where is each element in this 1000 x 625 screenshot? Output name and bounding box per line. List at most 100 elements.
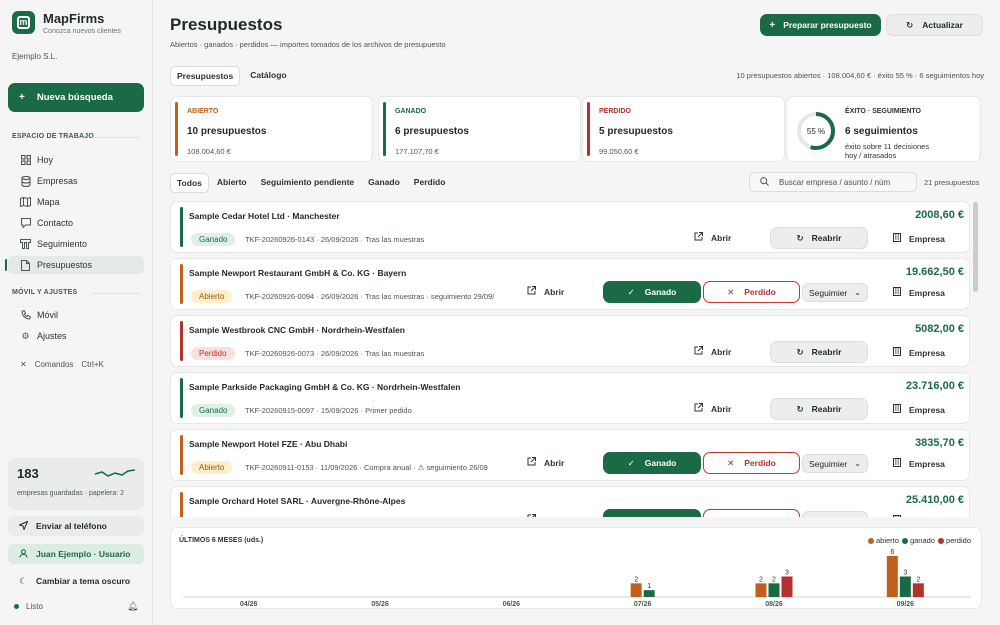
- company-button[interactable]: Empresa: [893, 458, 945, 469]
- quote-value: 5082,00 €: [915, 323, 964, 335]
- kpi-lost-card[interactable]: PERDIDO 5 presupuestos 99.050,60 €: [582, 96, 785, 162]
- mark-lost-button[interactable]: ✕ Perdido: [703, 509, 800, 517]
- quote-row[interactable]: Sample Parkside Packaging GmbH & Co. KG …: [170, 372, 970, 424]
- saved-label: empresas guardadas · papelera: 2: [17, 490, 125, 497]
- open-button[interactable]: Abrir: [527, 514, 564, 517]
- legend-label: abierto: [876, 536, 899, 545]
- quote-meta: TKF-20260926-0094 · 26/09/2026 · Tras la…: [245, 292, 495, 301]
- quote-row[interactable]: Sample Westbrook CNC GmbH · Nordrhein-We…: [170, 315, 970, 367]
- kpi-success-card[interactable]: 55 % ÉXITO · SEGUIMIENTO 6 seguimientos …: [786, 96, 981, 162]
- user-label: Juan Ejemplo · Usuario: [36, 549, 131, 559]
- user-icon: [18, 548, 28, 560]
- map-icon: [20, 197, 31, 208]
- tab-presupuestos[interactable]: Presupuestos: [170, 66, 241, 86]
- sidebar-item-presupuestos[interactable]: Presupuestos: [5, 256, 144, 274]
- company-button[interactable]: Empresa: [893, 404, 945, 415]
- bell-icon[interactable]: 🔔︎: [127, 601, 138, 612]
- open-button[interactable]: Abrir: [694, 403, 731, 414]
- reopen-button[interactable]: ↻ Reabrir: [770, 227, 868, 249]
- building-icon: [893, 287, 901, 298]
- quote-meta: TKF-20260915-0097 · 15/09/2026 · Primer …: [245, 406, 412, 415]
- saved-companies-card: 183 empresas guardadas · papelera: 2: [8, 458, 144, 510]
- quote-meta: TKF-20260911-0153 · 11/09/2026 · Compra …: [245, 463, 488, 472]
- sidebar-item-movil[interactable]: Móvil: [8, 306, 144, 324]
- reopen-button[interactable]: ↻ Reabrir: [770, 341, 868, 363]
- company-button[interactable]: Empresa: [893, 347, 945, 358]
- mark-lost-button[interactable]: ✕ Perdido: [703, 281, 800, 303]
- open-button[interactable]: Abrir: [694, 346, 731, 357]
- company-button[interactable]: Empresa: [893, 287, 945, 298]
- sidebar-item-ajustes[interactable]: ⚙ Ajustes: [8, 327, 144, 345]
- bar-value-label: 2: [916, 576, 920, 583]
- refresh-icon: ↻: [906, 19, 914, 30]
- quote-row[interactable]: Sample Newport Restaurant GmbH & Co. KG …: [170, 258, 970, 310]
- sidebar-item-seguimiento[interactable]: Seguimiento: [8, 235, 144, 253]
- kpi-open-card[interactable]: ABIERTO 10 presupuestos 108.004,60 €: [170, 96, 373, 162]
- follow-up-dropdown[interactable]: Seguimier ⌄: [802, 511, 868, 517]
- status-indicator: Listo: [14, 602, 43, 611]
- quote-title: Sample Orchard Hotel SARL · Auvergne-Rhô…: [189, 496, 406, 506]
- quote-row[interactable]: Sample Newport Hotel FZE · Abu Dhabi 3835…: [170, 429, 970, 481]
- success-donut: 55 %: [797, 112, 835, 150]
- reopen-button[interactable]: ↻ Reabrir: [770, 398, 868, 420]
- commands-button[interactable]: ✕ Comandos Ctrl+K: [20, 360, 104, 369]
- theme-toggle-button[interactable]: ☾ Cambiar a tema oscuro: [8, 571, 144, 591]
- database-icon: [20, 175, 31, 187]
- kpi-won-card[interactable]: GANADO 6 presupuestos 177.107,70 €: [378, 96, 581, 162]
- mark-won-button[interactable]: ✓ Ganado: [603, 452, 701, 474]
- follow-icon: [20, 239, 31, 250]
- refresh-button[interactable]: ↻ Actualizar: [886, 14, 983, 36]
- sidebar-item-hoy[interactable]: Hoy: [8, 151, 144, 169]
- x-tick-label: 09/26: [897, 601, 915, 608]
- company-button[interactable]: Empresa: [893, 515, 945, 517]
- new-search-button[interactable]: + Nueva búsqueda: [8, 83, 144, 112]
- filter-abierto[interactable]: Abierto: [211, 173, 253, 193]
- follow-up-dropdown[interactable]: Seguimier ⌄: [802, 454, 868, 473]
- company-label: Empresa: [909, 233, 945, 244]
- sidebar-item-label: Presupuestos: [37, 260, 93, 270]
- document-icon: [20, 259, 31, 271]
- open-button[interactable]: Abrir: [527, 457, 564, 468]
- moon-icon: ☾: [19, 575, 27, 586]
- building-icon: [893, 458, 901, 469]
- filter-perdido[interactable]: Perdido: [408, 173, 452, 193]
- building-icon: [893, 347, 901, 358]
- mark-won-button[interactable]: ✓ Ganado: [603, 509, 701, 517]
- open-button[interactable]: Abrir: [694, 232, 731, 243]
- send-to-phone-button[interactable]: Enviar al teléfono: [8, 516, 144, 536]
- open-label: Abrir: [544, 457, 565, 468]
- mark-lost-button[interactable]: ✕ Perdido: [703, 452, 800, 474]
- chevron-down-icon: ⌄: [854, 288, 861, 297]
- quote-row[interactable]: Sample Orchard Hotel SARL · Auvergne-Rhô…: [170, 486, 970, 517]
- check-icon: ✓: [627, 457, 635, 468]
- quote-title: Sample Parkside Packaging GmbH & Co. KG …: [189, 382, 461, 392]
- legend-label: perdido: [945, 536, 971, 545]
- search-input[interactable]: Buscar empresa / asunto / núm: [749, 172, 917, 192]
- tab-catalogo[interactable]: Catálogo: [244, 66, 292, 86]
- list-scrollbar[interactable]: [973, 202, 978, 292]
- follow-up-label: Seguimier: [809, 287, 848, 298]
- bar-ganado: [899, 576, 911, 597]
- filter-todos[interactable]: Todos: [170, 173, 209, 193]
- app-name: MapFirms: [43, 11, 105, 26]
- status-bar: [180, 321, 183, 361]
- x-icon: ✕: [727, 286, 735, 297]
- reopen-label: Reabrir: [811, 404, 842, 414]
- sidebar-item-mapa[interactable]: Mapa: [8, 193, 144, 211]
- follow-up-dropdown[interactable]: Seguimier ⌄: [802, 283, 868, 302]
- external-link-icon: [694, 232, 703, 243]
- building-icon: [893, 515, 901, 517]
- filter-seguimiento[interactable]: Seguimiento pendiente: [255, 173, 361, 193]
- sidebar-item-contacto[interactable]: Contacto: [8, 214, 144, 232]
- legend-label: ganado: [909, 536, 935, 545]
- quote-row[interactable]: Sample Cedar Hotel Ltd · Manchester 2008,…: [170, 201, 970, 253]
- mark-won-button[interactable]: ✓ Ganado: [603, 281, 701, 303]
- user-button[interactable]: Juan Ejemplo · Usuario: [8, 544, 144, 564]
- prepare-quote-button[interactable]: + Preparar presupuesto: [760, 14, 881, 36]
- kpi-detail: hoy / atrasados: [845, 151, 897, 160]
- sidebar-item-empresas[interactable]: Empresas: [8, 172, 144, 190]
- company-button[interactable]: Empresa: [893, 233, 945, 244]
- kpi-label: ÉXITO · SEGUIMIENTO: [845, 108, 921, 115]
- filter-ganado[interactable]: Ganado: [362, 173, 406, 193]
- open-button[interactable]: Abrir: [527, 286, 564, 297]
